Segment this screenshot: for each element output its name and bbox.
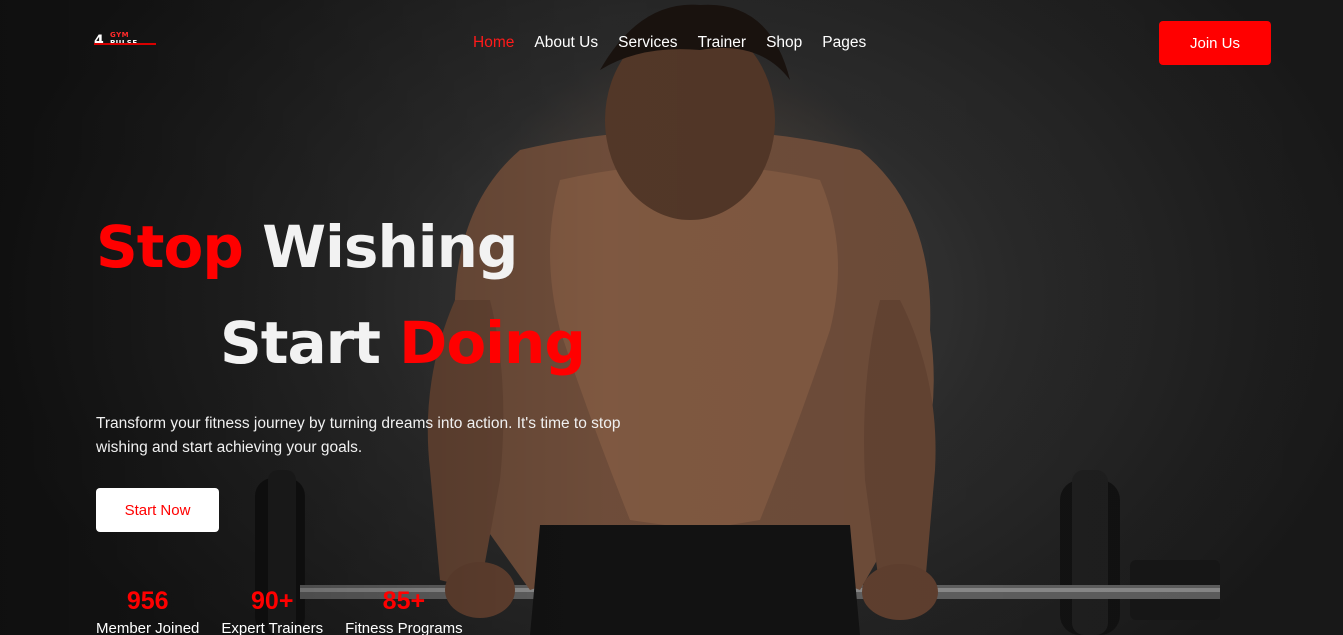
stat-trainers: 90+ Expert Trainers <box>221 586 323 635</box>
stat-value: 956 <box>126 587 169 615</box>
logo-text-top: GYM <box>110 31 130 39</box>
nav-item-pages[interactable]: Pages <box>822 33 866 53</box>
headline-word-doing: Doing <box>399 309 586 377</box>
stat-members: 956 Member Joined <box>96 586 199 635</box>
headline-line-2: Start Doing <box>220 308 586 378</box>
stat-label: Fitness Programs <box>345 620 463 635</box>
nav-item-services[interactable]: Services <box>618 33 677 53</box>
gym-pulse-logo[interactable]: 4 GYM PULSE <box>94 31 158 53</box>
nav-item-shop[interactable]: Shop <box>766 33 802 53</box>
stat-label: Member Joined <box>96 620 200 635</box>
main-nav: Home About Us Services Trainer Shop Page… <box>473 33 886 53</box>
headline-word-stop: Stop <box>96 213 244 281</box>
headline-word-wishing: Wishing <box>262 213 518 281</box>
nav-item-home[interactable]: Home <box>473 33 514 53</box>
nav-item-about-us[interactable]: About Us <box>534 33 598 53</box>
start-now-button[interactable]: Start Now <box>96 488 219 532</box>
headline-word-start: Start <box>220 309 381 377</box>
stats-row: 956 Member Joined 90+ Expert Trainers 85… <box>96 586 485 635</box>
stat-value: 85+ <box>382 587 426 615</box>
logo-pulse-line <box>94 43 156 45</box>
hero-subtitle: Transform your fitness journey by turnin… <box>96 415 621 456</box>
stat-value: 90+ <box>251 587 294 615</box>
stat-label: Expert Trainers <box>221 620 324 635</box>
nav-item-trainer[interactable]: Trainer <box>698 33 747 53</box>
join-us-button[interactable]: Join Us <box>1159 21 1271 65</box>
stat-programs: 85+ Fitness Programs <box>345 586 463 635</box>
headline-line-1: Stop Wishing <box>96 212 585 282</box>
hero-headline: Stop Wishing Start Doing <box>96 212 586 378</box>
logo-icon: 4 <box>94 33 104 49</box>
site-header: 4 GYM PULSE Home About Us Services Train… <box>0 0 1343 86</box>
